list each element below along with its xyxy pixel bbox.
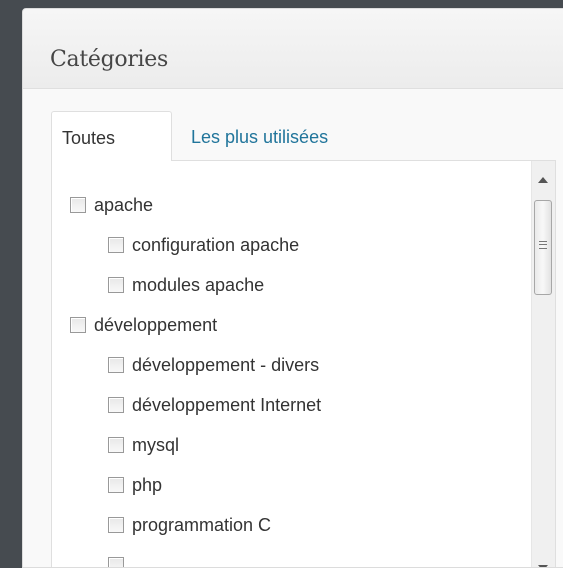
category-checklist: apache configuration apache modules apache… xyxy=(51,160,556,567)
category-checkbox[interactable] xyxy=(108,357,124,373)
category-label: modules apache xyxy=(132,274,265,295)
scrollbar-thumb[interactable] xyxy=(534,200,552,295)
category-checkbox[interactable] xyxy=(108,237,124,253)
category-label: php xyxy=(132,474,163,495)
category-label: mysql xyxy=(132,434,180,455)
tab-most-used[interactable]: Les plus utilisées xyxy=(191,127,328,147)
tab-all[interactable]: Toutes xyxy=(51,111,172,161)
category-checkbox[interactable] xyxy=(70,197,86,213)
category-checkbox[interactable] xyxy=(108,517,124,533)
category-item[interactable]: modules apache xyxy=(108,272,264,298)
category-checkbox[interactable] xyxy=(108,477,124,493)
category-label: apache xyxy=(94,194,154,215)
panel-title: Catégories xyxy=(50,47,169,72)
category-item[interactable]: développement xyxy=(70,312,217,338)
category-item[interactable]: programmation C xyxy=(108,512,271,538)
categories-panel: Catégories Toutes Les plus utilisées apa… xyxy=(22,8,563,568)
category-checkbox[interactable] xyxy=(108,277,124,293)
grip-icon xyxy=(539,241,547,249)
vertical-scrollbar[interactable] xyxy=(531,161,555,567)
category-label: développement xyxy=(94,314,218,335)
scroll-up-icon[interactable] xyxy=(538,177,548,183)
category-item-partial[interactable] xyxy=(108,552,132,567)
category-item[interactable]: php xyxy=(108,472,162,498)
category-label: programmation C xyxy=(132,514,272,535)
category-item[interactable]: mysql xyxy=(108,432,179,458)
category-checkbox[interactable] xyxy=(108,557,124,567)
category-checkbox[interactable] xyxy=(70,317,86,333)
category-checkbox[interactable] xyxy=(108,437,124,453)
category-item[interactable]: développement - divers xyxy=(108,352,319,378)
category-item[interactable]: apache xyxy=(70,192,153,218)
category-label: développement - divers xyxy=(132,354,320,375)
category-checkbox[interactable] xyxy=(108,397,124,413)
category-label: développement Internet xyxy=(132,394,322,415)
category-item[interactable]: développement Internet xyxy=(108,392,321,418)
category-item[interactable]: configuration apache xyxy=(108,232,299,258)
category-label: configuration apache xyxy=(132,234,300,255)
